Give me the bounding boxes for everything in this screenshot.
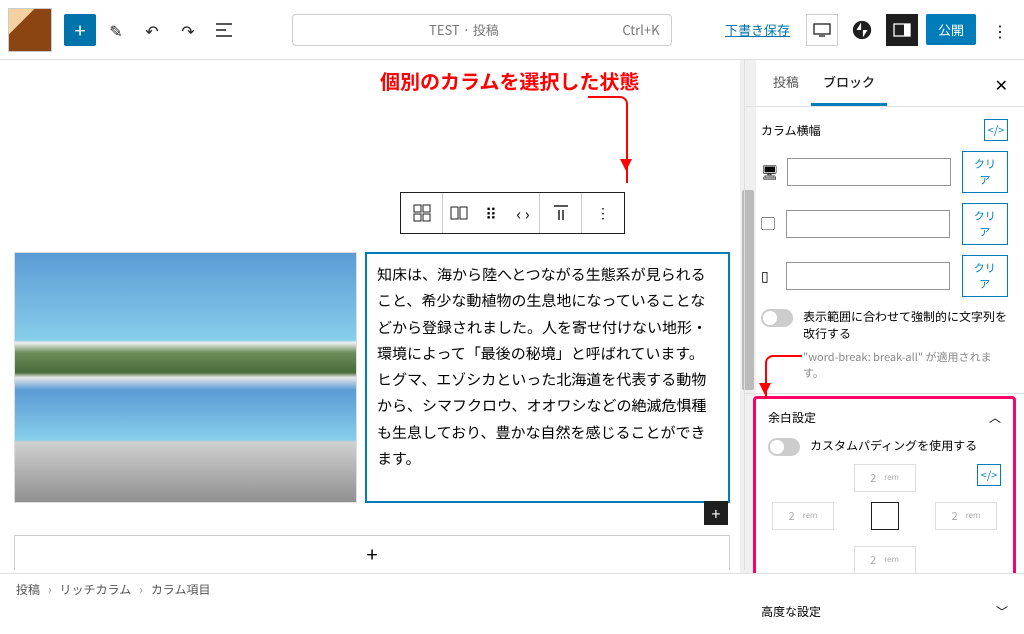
toggle-label: 表示範囲に合わせて強制的に文字列を改行する	[803, 309, 1008, 343]
drag-handle-icon[interactable]: ⠿	[475, 193, 507, 233]
annotation-arrow-1	[588, 96, 638, 191]
chevron-right-icon: ›	[139, 581, 143, 598]
clear-button[interactable]: クリア	[962, 151, 1008, 193]
chevron-up-icon[interactable]: ︿	[989, 409, 1001, 426]
block-toolbar: ⠿ ‹ › ⋮	[400, 192, 625, 234]
top-toolbar: + ✎ ↶ ↷ TEST · 投稿 Ctrl+K 下書き保存 公開 ⋮	[0, 0, 1024, 60]
help-text: "word-break: break-all" が適用されます。	[803, 349, 1008, 381]
more-menu-icon[interactable]: ⋮	[984, 14, 1016, 46]
chevron-right-icon: ›	[48, 581, 52, 598]
main-area: 個別のカラムを選択した状態 ⠿ ‹ › ⋮ 知床は、海から陸へとつながる生態系が…	[0, 60, 1024, 570]
add-row-button[interactable]: +	[14, 535, 730, 570]
save-draft-link[interactable]: 下書き保存	[725, 20, 790, 39]
tab-post[interactable]: 投稿	[761, 60, 811, 106]
outline-icon[interactable]	[208, 14, 240, 46]
link-values-icon[interactable]: </>	[977, 464, 1001, 486]
editor-canvas: 個別のカラムを選択した状態 ⠿ ‹ › ⋮ 知床は、海から陸へとつながる生態系が…	[0, 60, 744, 570]
padding-right-input[interactable]: 2rem	[935, 502, 997, 530]
link-values-icon[interactable]: </>	[984, 119, 1008, 141]
annotation-text: 個別のカラムを選択した状態	[380, 66, 639, 95]
desktop-icon: 🖥	[761, 162, 779, 182]
paragraph-text: 知床は、海から陸へとつながる生態系が見られること、希少な動植物の生息地になってい…	[377, 264, 707, 469]
margin-panel: 余白設定 ︿ カスタムパディングを使用する </> 2rem 2rem 2rem…	[753, 396, 1016, 587]
settings-sidebar-toggle[interactable]	[886, 14, 918, 46]
word-break-toggle[interactable]	[761, 309, 793, 327]
block-more-icon[interactable]: ⋮	[582, 193, 624, 233]
annotation-arrow-2	[761, 349, 801, 399]
padding-center-icon[interactable]	[871, 502, 899, 530]
tab-block[interactable]: ブロック	[811, 60, 887, 106]
text-column[interactable]: 知床は、海から陸へとつながる生態系が見られること、希少な動植物の生息地になってい…	[365, 252, 730, 503]
column-icon[interactable]	[443, 193, 475, 233]
shortcut-hint: Ctrl+K	[622, 20, 659, 39]
clear-button[interactable]: クリア	[962, 255, 1009, 297]
move-icon[interactable]: ‹ ›	[507, 193, 539, 233]
padding-top-input[interactable]: 2rem	[854, 464, 916, 492]
sidebar-tabs: 投稿 ブロック ✕	[745, 60, 1024, 107]
width-mobile-input[interactable]	[786, 262, 950, 290]
width-desktop-input[interactable]	[787, 158, 951, 186]
margin-title-text: 余白設定	[768, 409, 816, 426]
custom-padding-toggle[interactable]	[768, 438, 800, 456]
breadcrumb-item[interactable]: リッチカラム	[60, 581, 132, 598]
undo-icon[interactable]: ↶	[136, 14, 168, 46]
view-desktop-icon[interactable]	[806, 14, 838, 46]
publish-button[interactable]: 公開	[926, 14, 976, 45]
add-block-inline-button[interactable]: +	[704, 501, 728, 525]
redo-icon[interactable]: ↷	[172, 14, 204, 46]
align-icon[interactable]	[540, 193, 582, 233]
add-block-button[interactable]: +	[64, 14, 96, 46]
breadcrumb-item[interactable]: 投稿	[16, 581, 40, 598]
command-bar[interactable]: TEST · 投稿 Ctrl+K	[292, 14, 672, 46]
clear-button[interactable]: クリア	[962, 203, 1009, 245]
settings-sidebar: 投稿 ブロック ✕ カラム横幅 </> 🖥 % クリア ▢ % クリア ▯	[744, 60, 1024, 570]
avatar[interactable]	[8, 8, 52, 52]
padding-grid: </> 2rem 2rem 2rem 2rem	[768, 464, 1001, 574]
advanced-label: 高度な設定	[761, 603, 821, 620]
padding-left-input[interactable]: 2rem	[772, 502, 834, 530]
page-title: TEST · 投稿	[429, 20, 499, 39]
breadcrumb-item[interactable]: カラム項目	[151, 581, 211, 598]
edit-icon[interactable]: ✎	[100, 14, 132, 46]
padding-bottom-input[interactable]: 2rem	[854, 546, 916, 574]
tablet-icon: ▢	[761, 214, 778, 234]
toggle-label: カスタムパディングを使用する	[810, 438, 977, 455]
width-tablet-input[interactable]	[786, 210, 950, 238]
block-type-icon[interactable]	[401, 193, 443, 233]
mobile-icon: ▯	[761, 266, 778, 286]
panel-title-text: カラム横幅	[761, 122, 821, 139]
breadcrumb: 投稿 › リッチカラム › カラム項目	[0, 573, 1024, 605]
close-icon[interactable]: ✕	[995, 72, 1008, 96]
image-column[interactable]	[14, 252, 357, 503]
chevron-down-icon: ﹀	[996, 603, 1008, 620]
jetpack-icon[interactable]	[846, 14, 878, 46]
